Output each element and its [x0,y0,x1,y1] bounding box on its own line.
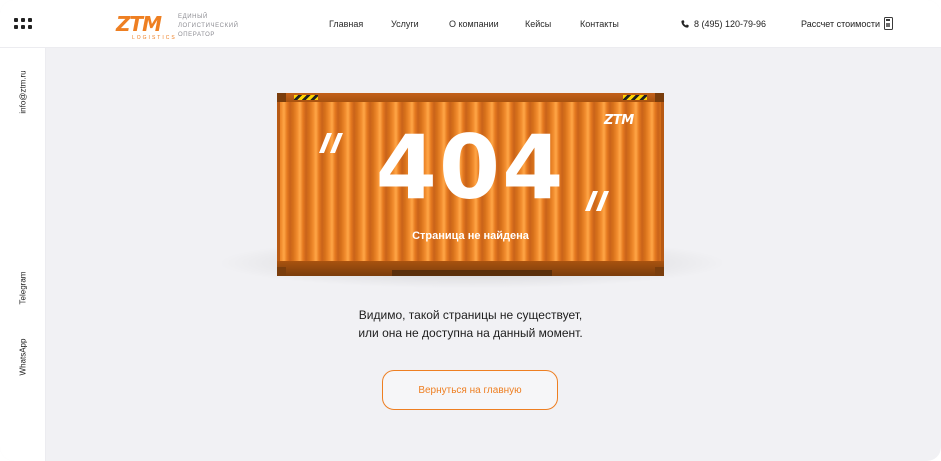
corner-casting [277,93,286,102]
calculator-icon[interactable] [884,17,893,30]
calc-cost-link[interactable]: Рассчет стоимости [801,19,880,29]
sidebar: info@ztm.ru Telegram WhatsApp [0,48,46,461]
phone-number: 8 (495) 120-79-96 [694,19,767,29]
page: ZTM LOGISTICS Единый логистический опера… [0,0,941,461]
hazard-stripe [294,95,318,100]
phone-link[interactable]: 8 (495) 120-79-96 [681,19,766,29]
header: ZTM LOGISTICS Единый логистический опера… [0,0,941,48]
back-home-button[interactable]: Вернуться на главную [382,370,558,410]
logo-subtitle: LOGISTICS [132,35,177,41]
hazard-stripe [623,95,647,100]
error-message: Видимо, такой страницы не существует, ил… [0,306,941,342]
phone-icon [681,20,689,28]
nav-item-services[interactable]: Услуги [391,19,419,29]
container-top-rail [277,93,664,102]
error-message-line2: или она не доступна на данный момент. [358,326,583,340]
telegram-link[interactable]: Telegram [19,272,28,305]
error-code: 404 [375,116,566,219]
tagline: Единый логистический оператор [178,14,239,38]
corner-casting [655,267,664,276]
error-title: Страница не найдена [412,230,529,242]
grid-menu-icon[interactable] [14,16,32,30]
whatsapp-link[interactable]: WhatsApp [19,339,28,376]
nav-item-about[interactable]: О компании [449,19,499,29]
logo-mark: ZTM [116,12,162,36]
nav-item-home[interactable]: Главная [329,19,363,29]
shipping-container: ZTM 404 Страница не найдена [277,93,664,276]
email-link[interactable]: info@ztm.ru [19,70,28,113]
nav-item-contacts[interactable]: Контакты [580,19,619,29]
corner-casting [655,93,664,102]
container-illustration: ZTM 404 Страница не найдена [277,93,664,276]
nav-item-cases[interactable]: Кейсы [525,19,551,29]
corner-casting [277,267,286,276]
container-bottom-rail [277,261,664,276]
error-message-line1: Видимо, такой страницы не существует, [358,308,583,322]
